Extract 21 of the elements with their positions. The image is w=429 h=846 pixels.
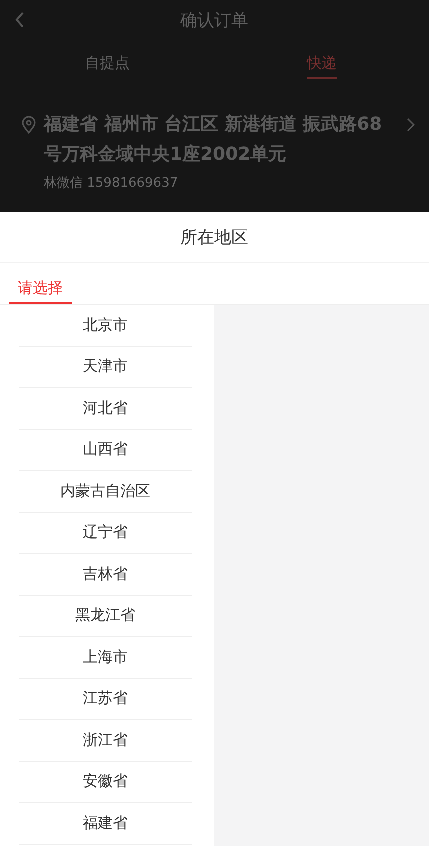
- region-item[interactable]: 河北省: [19, 388, 192, 430]
- back-icon[interactable]: [15, 12, 25, 28]
- chevron-icon: [407, 118, 415, 132]
- region-item[interactable]: 北京市: [19, 305, 192, 346]
- contact-text: 林微信 15981669637: [44, 175, 180, 192]
- region-item[interactable]: 福建省: [19, 803, 192, 844]
- region-item[interactable]: 黑龙江省: [19, 596, 192, 637]
- region-item[interactable]: 辽宁省: [19, 512, 192, 554]
- region-item[interactable]: 天津市: [19, 346, 192, 388]
- location-icon: [22, 116, 36, 134]
- region-item[interactable]: 内蒙古自治区: [19, 471, 192, 512]
- address-text: 福建省 福州市 台江区 新港街道 振武路68号万科金域中央1座2002单元: [44, 113, 384, 167]
- sheet-title: 所在地区: [0, 212, 429, 263]
- region-item[interactable]: 浙江省: [19, 720, 192, 762]
- region-item[interactable]: 上海市: [19, 637, 192, 678]
- region-item[interactable]: 山西省: [19, 430, 192, 471]
- region-tab[interactable]: 请选择: [9, 279, 72, 304]
- page-title: 确认订单: [180, 10, 248, 32]
- region-item[interactable]: 江苏省: [19, 678, 192, 720]
- region-item[interactable]: 安徽省: [19, 762, 192, 803]
- region-item[interactable]: 吉林省: [19, 554, 192, 596]
